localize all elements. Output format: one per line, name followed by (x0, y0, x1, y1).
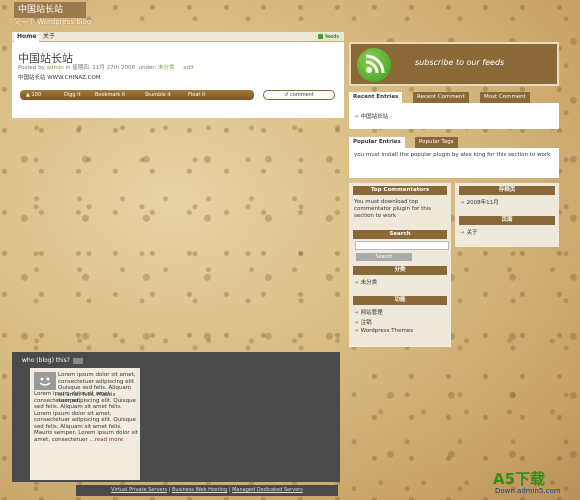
footer-link-hosting[interactable]: Business Web Hosting (172, 487, 227, 493)
popular-text: you must install the popular plugin by a… (354, 152, 551, 158)
page-item: 关于 (466, 230, 478, 236)
function-item: 注销 (360, 320, 372, 326)
comment-icon: ↺ (284, 92, 289, 98)
arrow-icon: ➔ (354, 328, 359, 334)
functions-title: 功能 (353, 296, 447, 305)
footer-link-vps[interactable]: Virtual Private Servers (111, 487, 167, 493)
popular-panel: you must install the popular plugin by a… (349, 148, 559, 178)
a5-logo: A5下载 Down.admin5.com (493, 468, 577, 498)
tab-popular-entries[interactable]: Popular Entries (349, 137, 405, 148)
function-item: Wordpress Themes (360, 328, 414, 334)
logo-sub-text: Down.admin5.com (495, 487, 561, 495)
pages-title: 页面 (459, 216, 555, 225)
comment-label: comment (290, 92, 314, 98)
feeds-label: feeds (325, 34, 339, 40)
list-item[interactable]: ➔ 关于 (460, 228, 478, 236)
recent-panel: ➔ 中国站长站 (349, 103, 559, 129)
subscribe-text: subscribe to our feeds (415, 58, 505, 67)
about-title: who (blog) this? (22, 357, 83, 364)
about-box: who (blog) this? Lorem ipsum dolor sit a… (12, 352, 340, 482)
recent-entry-link: 中国站长站 (360, 114, 389, 120)
social-bar: ▲ 100 Digg it Bookmark it Stumble it Flo… (20, 90, 254, 100)
edit-link[interactable]: edit (183, 65, 194, 71)
footer-separator: | (228, 487, 231, 493)
list-item[interactable]: ➔ 网站管理 (354, 308, 383, 316)
rss-icon (357, 48, 391, 82)
archive-item: 2008年11月 (466, 200, 499, 206)
search-input[interactable] (355, 241, 449, 250)
about-card: Lorem ipsum dolor sit amet, consectetuer… (30, 368, 140, 480)
arrow-icon: ➔ (460, 230, 465, 236)
meta-prefix: Posted by (18, 65, 45, 71)
rss-icon (318, 34, 324, 39)
list-item[interactable]: ➔ 未分类 (354, 278, 377, 286)
rss-feed-icon[interactable] (72, 357, 83, 364)
subscribe-banner[interactable]: subscribe to our feeds (349, 42, 559, 86)
list-item[interactable]: ➔ 2008年11月 (460, 198, 499, 206)
tab-most-comment[interactable]: Most Comment (480, 92, 530, 103)
about-text-body: Lorem ipsum dolor sit amet, consectetuer… (34, 391, 138, 443)
logo-main-text: A5下载 (493, 470, 546, 488)
search-title: Search (353, 230, 447, 239)
arrow-icon: ➔ (354, 310, 359, 316)
post-body: 中国站长站 WWW.CHINAZ.COM (18, 75, 101, 81)
tab-recent-entries[interactable]: Recent Entries (349, 92, 403, 103)
thumb-icon: ▲ (26, 92, 30, 98)
function-item: 网站管理 (360, 310, 383, 316)
top-nav: Home 关于 feeds (12, 32, 344, 42)
nav-home[interactable]: Home (14, 32, 40, 42)
top-commentators-title: Top Commentators (353, 186, 447, 195)
float-link[interactable]: Float it (188, 90, 205, 100)
tab-popular-tags[interactable]: Popular Tags (415, 137, 458, 148)
arrow-icon: ➔ (460, 200, 465, 206)
digg-count: 100 (31, 92, 41, 98)
recent-tabs: Recent Entries Recent Comment Most Comme… (349, 92, 559, 103)
footer-link-dedicated[interactable]: Managed Dedicated Servers (232, 487, 303, 493)
about-text-rest: Lorem ipsum dolor sit amet, consectetuer… (34, 391, 138, 443)
author-link[interactable]: admin (47, 65, 64, 71)
arrow-icon: ➔ (354, 114, 359, 120)
post-meta: Posted by admin in 星期四, 11月 27th 2008 un… (18, 63, 194, 71)
popular-tabs: Popular Entries Popular Tags (349, 137, 559, 148)
commentators-text: You must download top commentator plugin… (354, 199, 432, 219)
search-button[interactable]: Search (356, 253, 412, 261)
meta-date: in 星期四, 11月 27th 2008 (65, 65, 136, 71)
stumble-link[interactable]: Stumble it (145, 90, 171, 100)
arrow-icon: ➔ (354, 280, 359, 286)
footer-separator: | (168, 487, 171, 493)
blog-title[interactable]: 中国站长站 (14, 2, 86, 18)
arrow-icon: ➔ (354, 320, 359, 326)
read-more-link[interactable]: ...read more (90, 437, 124, 443)
comment-button[interactable]: ↺ comment (263, 90, 335, 100)
categories-title: 分类 (353, 266, 447, 275)
list-item[interactable]: ➔ 注销 (354, 318, 372, 326)
digg-link[interactable]: Digg it (64, 90, 81, 100)
about-title-text: who (blog) this? (22, 357, 70, 364)
blog-description: 又一个 Wordpress blog (14, 18, 92, 26)
footer: Virtual Private Servers | Business Web H… (76, 485, 338, 496)
bookmark-link[interactable]: Bookmark it (95, 90, 125, 100)
category-link[interactable]: 未分类 (158, 65, 175, 71)
category-item: 未分类 (360, 280, 378, 286)
feeds-button[interactable]: feeds (315, 33, 342, 41)
archives-title: 存档页 (459, 186, 555, 195)
meta-under: under: (138, 65, 157, 71)
digg-count-badge: ▲ 100 (26, 90, 41, 100)
tab-recent-comment[interactable]: Recent Comment (413, 92, 469, 103)
avatar (34, 372, 56, 390)
list-item[interactable]: ➔ 中国站长站 (354, 112, 554, 120)
post-card: 中国站长站 Posted by admin in 星期四, 11月 27th 2… (12, 42, 344, 118)
nav-about[interactable]: 关于 (40, 32, 58, 42)
list-item[interactable]: ➔ Wordpress Themes (354, 328, 413, 334)
